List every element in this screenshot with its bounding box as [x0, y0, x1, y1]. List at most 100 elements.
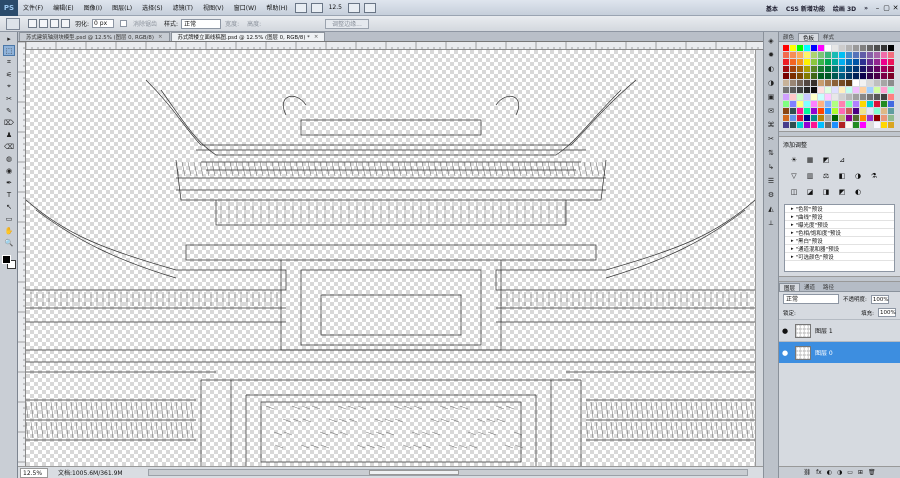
color-swatch[interactable] — [832, 45, 838, 51]
color-swatch[interactable] — [832, 108, 838, 114]
new-selection-icon[interactable] — [28, 19, 37, 28]
color-swatch[interactable] — [832, 94, 838, 100]
blur-tool-icon[interactable]: ◍ — [3, 153, 15, 164]
antialias-checkbox[interactable] — [120, 20, 128, 27]
color-swatch[interactable] — [839, 73, 845, 79]
color-swatch[interactable] — [867, 80, 873, 86]
color-swatch[interactable] — [818, 73, 824, 79]
color-swatch[interactable] — [874, 73, 880, 79]
color-swatch[interactable] — [790, 87, 796, 93]
color-swatch[interactable] — [846, 101, 852, 107]
color-swatch[interactable] — [853, 80, 859, 86]
color-swatch[interactable] — [867, 115, 873, 121]
color-swatch[interactable] — [846, 94, 852, 100]
color-swatch[interactable] — [860, 101, 866, 107]
history-brush-icon[interactable]: ⌫ — [3, 141, 15, 152]
color-swatch[interactable] — [874, 101, 880, 107]
color-swatch[interactable] — [860, 59, 866, 65]
clone-source-icon[interactable]: ⌘ — [766, 120, 776, 130]
color-swatch[interactable] — [818, 101, 824, 107]
color-swatch[interactable] — [825, 52, 831, 58]
color-swatch[interactable] — [867, 94, 873, 100]
adjustment-layer-icon[interactable]: ◑ — [837, 469, 842, 476]
color-swatch[interactable] — [783, 80, 789, 86]
color-swatch[interactable] — [825, 80, 831, 86]
color-swatch[interactable] — [825, 108, 831, 114]
minimize-button[interactable]: – — [873, 0, 882, 16]
color-swatch[interactable] — [790, 115, 796, 121]
opacity-input[interactable]: 100% — [870, 294, 889, 304]
tab-paths[interactable]: 路径 — [819, 283, 838, 291]
actions-icon[interactable]: ✹ — [766, 50, 776, 60]
feather-input[interactable]: 0 px — [92, 19, 115, 28]
color-swatch[interactable] — [874, 66, 880, 72]
color-swatch[interactable] — [874, 94, 880, 100]
color-swatch[interactable] — [888, 122, 894, 128]
color-swatch[interactable] — [783, 73, 789, 79]
color-swatch[interactable] — [811, 73, 817, 79]
color-swatch[interactable] — [888, 87, 894, 93]
color-swatch[interactable] — [888, 52, 894, 58]
color-swatch[interactable] — [818, 87, 824, 93]
color-swatch[interactable] — [867, 73, 873, 79]
color-swatch[interactable] — [867, 108, 873, 114]
menu-image[interactable]: 图像(I) — [79, 3, 107, 12]
color-swatch[interactable] — [790, 66, 796, 72]
color-swatch[interactable] — [888, 80, 894, 86]
color-swatch[interactable] — [811, 108, 817, 114]
color-swatch[interactable] — [867, 52, 873, 58]
character-icon[interactable]: ↳ — [766, 162, 776, 172]
color-swatch[interactable] — [888, 45, 894, 51]
tab-styles[interactable]: 样式 — [819, 33, 838, 41]
color-swatch[interactable] — [783, 59, 789, 65]
color-swatch[interactable] — [881, 45, 887, 51]
trash-icon[interactable]: 🗑 — [868, 469, 876, 476]
color-swatch[interactable] — [797, 73, 803, 79]
color-swatch[interactable] — [853, 52, 859, 58]
canvas[interactable] — [26, 50, 755, 466]
scroll-thumb[interactable] — [369, 470, 459, 475]
color-swatch[interactable] — [832, 101, 838, 107]
color-swatch[interactable] — [867, 66, 873, 72]
history-icon[interactable]: ◈ — [766, 36, 776, 46]
notes-icon[interactable]: ✉ — [766, 106, 776, 116]
color-swatch[interactable] — [874, 122, 880, 128]
color-swatch[interactable] — [783, 45, 789, 51]
refine-edge-button[interactable]: 调整边缘... — [325, 18, 369, 29]
color-swatch[interactable] — [860, 108, 866, 114]
brush-presets-icon[interactable]: ⇅ — [766, 148, 776, 158]
layer-row-1[interactable]: ● 图层 1 — [779, 319, 900, 341]
color-swatch[interactable] — [860, 66, 866, 72]
color-swatch[interactable] — [797, 115, 803, 121]
new-layer-icon[interactable]: ⊞ — [858, 469, 863, 476]
color-swatch[interactable] — [853, 45, 859, 51]
black-white-icon[interactable]: ◧ — [837, 171, 847, 181]
color-swatch[interactable] — [839, 59, 845, 65]
document-size-info[interactable]: 文档:1005.6M/361.9M — [58, 468, 123, 477]
vertical-scrollbar[interactable] — [755, 50, 763, 466]
color-swatch[interactable] — [825, 87, 831, 93]
color-swatch[interactable] — [804, 80, 810, 86]
vibrance-icon[interactable]: ▽ — [789, 171, 799, 181]
workspace-paint-3d[interactable]: 绘画 3D — [829, 4, 860, 13]
move-tool-icon[interactable]: ▸ — [3, 33, 15, 44]
color-swatch[interactable] — [846, 59, 852, 65]
color-swatch[interactable] — [881, 115, 887, 121]
color-swatch[interactable] — [881, 66, 887, 72]
tab-swatches[interactable]: 色板 — [798, 33, 820, 42]
color-swatch[interactable] — [853, 73, 859, 79]
color-swatches[interactable] — [1, 254, 17, 270]
color-swatch[interactable] — [832, 80, 838, 86]
color-swatch[interactable] — [790, 122, 796, 128]
histogram-icon[interactable]: ▣ — [766, 92, 776, 102]
visibility-eye-icon[interactable]: ● — [779, 349, 791, 357]
maximize-button[interactable]: ▢ — [882, 0, 891, 16]
slice-tool-icon[interactable]: ✂ — [3, 93, 15, 104]
document-tab-1[interactable]: 苏式建筑轴测块模型.psd @ 12.5% (图层 0, RGB/8) × — [19, 32, 170, 41]
color-swatch[interactable] — [804, 122, 810, 128]
color-swatch[interactable] — [888, 101, 894, 107]
color-swatch[interactable] — [818, 94, 824, 100]
color-swatch[interactable] — [846, 66, 852, 72]
color-swatch[interactable] — [881, 87, 887, 93]
color-swatch[interactable] — [839, 80, 845, 86]
